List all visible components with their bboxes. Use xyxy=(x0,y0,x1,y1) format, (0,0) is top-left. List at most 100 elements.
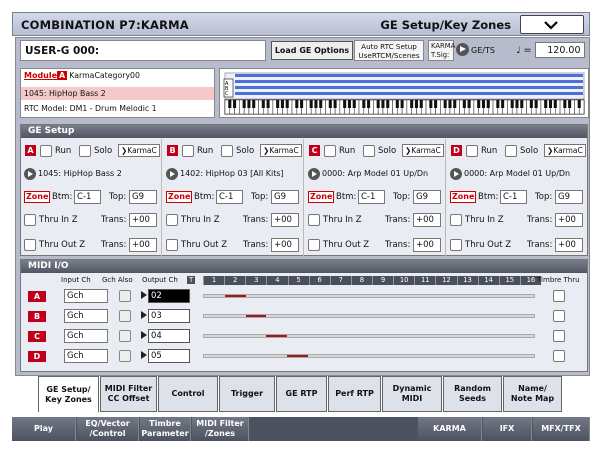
mode-tab-6[interactable]: MFX/TFX xyxy=(533,417,590,441)
t-header: T xyxy=(187,276,196,284)
chevron-down-icon xyxy=(544,21,558,30)
thru-out-checkbox[interactable] xyxy=(450,239,462,251)
timbre-thru-checkbox[interactable] xyxy=(553,290,565,302)
tempo-field[interactable]: 120.00 xyxy=(534,42,585,58)
trans-out-field[interactable]: +00 xyxy=(555,238,583,252)
mode-tab-0[interactable]: Play xyxy=(12,417,76,441)
ge-ts-button[interactable]: GE/TS xyxy=(456,43,495,56)
timbre-thru-checkbox[interactable] xyxy=(553,350,565,362)
top-field[interactable]: G9 xyxy=(413,190,441,204)
thru-in-checkbox[interactable] xyxy=(24,214,36,226)
btm-field[interactable]: C-1 xyxy=(216,190,243,204)
trans-out-field[interactable]: +00 xyxy=(129,238,157,252)
thru-in-label: Thru In Z xyxy=(181,215,220,225)
load-ge-options-button[interactable]: Load GE Options xyxy=(271,41,353,60)
input-ch-field[interactable]: Gch xyxy=(64,309,108,323)
ge-select-icon[interactable] xyxy=(24,168,36,180)
black-key xyxy=(376,100,380,108)
mode-tab-5[interactable]: IFX xyxy=(483,417,532,441)
btm-field[interactable]: C-1 xyxy=(358,190,385,204)
channel-number: 15 xyxy=(498,276,520,285)
auto-rtc-setup[interactable]: Auto RTC Setup UseRTCM/Scenes xyxy=(354,40,424,61)
tab-4[interactable]: GE RTP xyxy=(276,376,327,412)
thru-out-label: Thru Out Z xyxy=(39,240,86,250)
thru-out-checkbox[interactable] xyxy=(24,239,36,251)
solo-checkbox[interactable] xyxy=(221,145,233,157)
tab-1[interactable]: MIDI Filter CC Offset xyxy=(100,376,157,412)
tab-6[interactable]: Dynamic MIDI xyxy=(382,376,442,412)
ge-select-icon[interactable] xyxy=(450,168,462,180)
run-checkbox[interactable] xyxy=(466,145,478,157)
mode-tab-4[interactable]: KARMA xyxy=(418,417,482,441)
page-menu-button[interactable] xyxy=(520,15,584,34)
trans-out-field[interactable]: +00 xyxy=(271,238,299,252)
solo-checkbox[interactable] xyxy=(363,145,375,157)
trans-in-field[interactable]: +00 xyxy=(555,213,583,227)
tab-5[interactable]: Perf RTP xyxy=(328,376,381,412)
timbre-thru-checkbox[interactable] xyxy=(553,310,565,322)
black-key xyxy=(414,100,418,108)
module-tag[interactable]: Module xyxy=(24,71,57,80)
karmac-button[interactable]: ❯KarmaC xyxy=(402,144,444,157)
output-ch-field[interactable]: 02 xyxy=(148,289,190,303)
top-field[interactable]: G9 xyxy=(129,190,157,204)
trans-in-field[interactable]: +00 xyxy=(129,213,157,227)
gch-also-checkbox[interactable] xyxy=(119,330,131,342)
input-ch-field[interactable]: Gch xyxy=(64,349,108,363)
output-ch-field[interactable]: 04 xyxy=(148,329,190,343)
tab-7[interactable]: Random Seeds xyxy=(443,376,502,412)
black-key xyxy=(367,100,371,108)
trans-label: Trans: xyxy=(101,215,127,225)
tab-2[interactable]: Control xyxy=(158,376,218,412)
output-ch-field[interactable]: 05 xyxy=(148,349,190,363)
gch-also-checkbox[interactable] xyxy=(119,310,131,322)
btm-field[interactable]: C-1 xyxy=(74,190,101,204)
top-field[interactable]: G9 xyxy=(555,190,583,204)
trans-out-field[interactable]: +00 xyxy=(413,238,441,252)
trans-in-field[interactable]: +00 xyxy=(271,213,299,227)
mode-tab-2[interactable]: Timbre Parameter xyxy=(140,417,191,441)
ge-select-icon[interactable] xyxy=(308,168,320,180)
thru-out-checkbox[interactable] xyxy=(166,239,178,251)
gch-also-checkbox[interactable] xyxy=(119,350,131,362)
karmac-button[interactable]: ❯KarmaC xyxy=(118,144,160,157)
thru-in-checkbox[interactable] xyxy=(450,214,462,226)
solo-checkbox[interactable] xyxy=(79,145,91,157)
run-checkbox[interactable] xyxy=(182,145,194,157)
program-select[interactable]: USER-G 000: xyxy=(20,40,266,61)
mode-tab-3[interactable]: MIDI Filter/Zones xyxy=(192,417,249,441)
trans-label: Trans: xyxy=(527,240,553,250)
top-field[interactable]: G9 xyxy=(271,190,299,204)
tab-8[interactable]: Name/Note Map xyxy=(503,376,562,412)
black-key xyxy=(510,100,514,108)
gch-also-checkbox[interactable] xyxy=(119,290,131,302)
output-ch-field[interactable]: 03 xyxy=(148,309,190,323)
play-icon xyxy=(141,291,147,299)
tab-label: MIDI Filter xyxy=(104,384,153,393)
run-checkbox[interactable] xyxy=(324,145,336,157)
black-key xyxy=(429,100,433,108)
mode-tab-label: IFX xyxy=(499,424,515,433)
thru-in-checkbox[interactable] xyxy=(308,214,320,226)
thru-out-checkbox[interactable] xyxy=(308,239,320,251)
karmac-button[interactable]: ❯KarmaC xyxy=(544,144,586,157)
karmac-button[interactable]: ❯KarmaC xyxy=(260,144,302,157)
tab-label: Perf RTP xyxy=(335,389,374,398)
black-key xyxy=(261,100,265,108)
zone-label: Zone xyxy=(166,191,193,203)
thru-in-checkbox[interactable] xyxy=(166,214,178,226)
timbre-thru-checkbox[interactable] xyxy=(553,330,565,342)
channel-marker xyxy=(287,355,308,357)
btm-field[interactable]: C-1 xyxy=(500,190,527,204)
run-checkbox[interactable] xyxy=(40,145,52,157)
black-key xyxy=(481,100,486,108)
black-key xyxy=(529,100,533,108)
solo-checkbox[interactable] xyxy=(505,145,517,157)
tab-0[interactable]: GE Setup/Key Zones xyxy=(38,376,99,412)
tab-3[interactable]: Trigger xyxy=(219,376,275,412)
ge-select-icon[interactable] xyxy=(166,168,178,180)
input-ch-field[interactable]: Gch xyxy=(64,289,108,303)
input-ch-field[interactable]: Gch xyxy=(64,329,108,343)
mode-tab-1[interactable]: EQ/Vector/Control xyxy=(77,417,139,441)
trans-in-field[interactable]: +00 xyxy=(413,213,441,227)
